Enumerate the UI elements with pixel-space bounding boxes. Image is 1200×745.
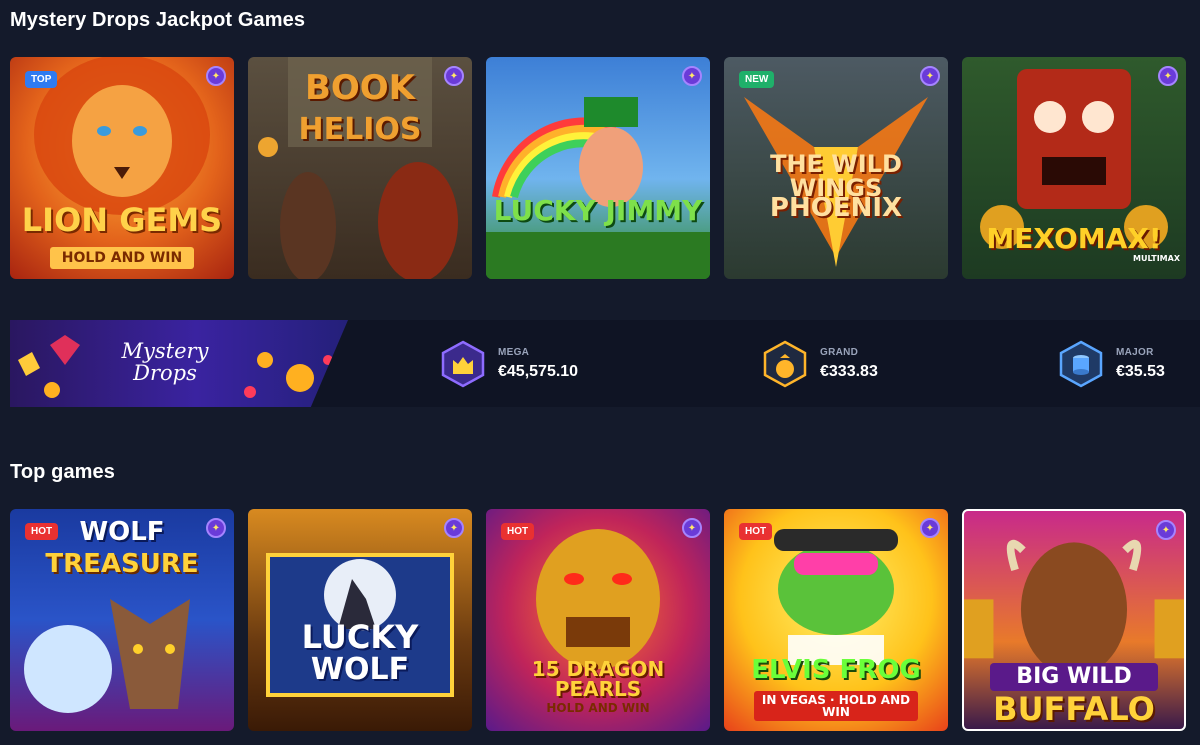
badge-top: TOP (25, 71, 58, 88)
mystery-drops-logo: Mystery Drops (110, 340, 220, 384)
top-games-row: HOT ✦ WOLF TREASURE ✦ LUCKY WOLF HOT ✦ 1… (10, 509, 1186, 731)
game-title-line1: LUCKY JIMMY (493, 194, 703, 227)
mystery-drops-jackpot-strip: Mystery Drops MEGA €45,575.10 GRAND €333… (10, 320, 1200, 407)
game-title-line2: HOLD AND WIN (546, 701, 650, 715)
badge-hot: HOT (25, 523, 59, 540)
game-title-line1: BOOK (304, 68, 416, 108)
star-icon[interactable]: ✦ (920, 66, 940, 86)
jackpot-major: MAJOR €35.53 (1058, 340, 1165, 388)
game-title-line2: TREASURE (45, 549, 199, 579)
game-title-line2: MULTIMAX (1133, 254, 1180, 263)
game-title-line2: HELIOS (298, 112, 422, 147)
jackpot-mega-amount: €45,575.10 (498, 363, 579, 380)
game-title-line2: HOLD AND WIN (50, 247, 194, 269)
star-icon[interactable]: ✦ (920, 518, 940, 538)
game-tile-wild-wings-of-phoenix[interactable]: NEW ✦ THE WILD WINGS PHOENIX (724, 57, 948, 279)
star-icon[interactable]: ✦ (444, 66, 464, 86)
money-bag-icon (763, 340, 807, 388)
jackpot-grand-amount: €333.83 (820, 363, 878, 380)
crown-icon (441, 340, 485, 388)
section-title-mystery-drops: Mystery Drops Jackpot Games (10, 9, 306, 31)
star-icon[interactable]: ✦ (206, 66, 226, 86)
game-tile-lion-gems[interactable]: TOP ✦ LION GEMS HOLD AND WIN (10, 57, 234, 279)
star-icon[interactable]: ✦ (682, 518, 702, 538)
mystery-games-row: TOP ✦ LION GEMS HOLD AND WIN ✦ BOOK HELI… (10, 57, 1186, 279)
game-tile-lucky-jimmy[interactable]: ✦ LUCKY JIMMY (486, 57, 710, 279)
game-title-line1: BIG WILD (990, 663, 1158, 691)
jackpot-mega-label: MEGA (498, 347, 530, 358)
leprechaun-artwork (486, 97, 710, 279)
mystery-drops-banner[interactable]: Mystery Drops (10, 320, 348, 407)
logo-line2: Drops (133, 361, 197, 385)
game-tile-big-wild-buffalo[interactable]: ✦ BIG WILD BUFFALO (962, 509, 1186, 731)
game-tile-15-dragon-pearls[interactable]: HOT ✦ 15 DRAGON PEARLS HOLD AND WIN (486, 509, 710, 731)
star-icon[interactable]: ✦ (682, 66, 702, 86)
jackpot-major-label: MAJOR (1116, 347, 1154, 358)
game-title-line2: BUFFALO (993, 690, 1155, 728)
game-title-line2: PHOENIX (769, 193, 903, 223)
coin-stack-icon (1059, 340, 1103, 388)
logo-line1: Mystery (121, 339, 209, 363)
game-title-line2: WOLF (310, 652, 410, 687)
badge-hot: HOT (501, 523, 535, 540)
jackpot-grand-label: GRAND (820, 347, 859, 358)
star-icon[interactable]: ✦ (1158, 66, 1178, 86)
game-title-line1: LION GEMS (21, 201, 223, 239)
game-title-line1: LUCKY (301, 618, 419, 656)
game-tile-book-of-helios[interactable]: ✦ BOOK HELIOS (248, 57, 472, 279)
jackpot-grand: GRAND €333.83 (762, 340, 878, 388)
lion-artwork (34, 57, 210, 215)
game-tile-mexomax[interactable]: ✦ MEXOMAX! MULTIMAX (962, 57, 1186, 279)
star-icon[interactable]: ✦ (1156, 520, 1176, 540)
star-icon[interactable]: ✦ (206, 518, 226, 538)
jackpot-mega: MEGA €45,575.10 (440, 340, 578, 388)
game-tile-lucky-wolf[interactable]: ✦ LUCKY WOLF (248, 509, 472, 731)
game-title-line2: IN VEGAS · HOLD AND WIN (754, 691, 918, 721)
game-title-line1: 15 DRAGON PEARLS (531, 657, 665, 701)
game-title-line1: ELVIS FROG (751, 655, 921, 685)
jackpot-major-amount: €35.53 (1116, 363, 1165, 380)
game-title-line1: MEXOMAX! (986, 222, 1162, 255)
star-icon[interactable]: ✦ (444, 518, 464, 538)
badge-new: NEW (739, 71, 775, 88)
game-tile-wolf-treasure[interactable]: HOT ✦ WOLF TREASURE (10, 509, 234, 731)
badge-hot: HOT (739, 523, 773, 540)
game-tile-elvis-frog-in-vegas[interactable]: HOT ✦ ELVIS FROG IN VEGAS · HOLD AND WIN (724, 509, 948, 731)
section-title-top-games: Top games (10, 461, 115, 483)
